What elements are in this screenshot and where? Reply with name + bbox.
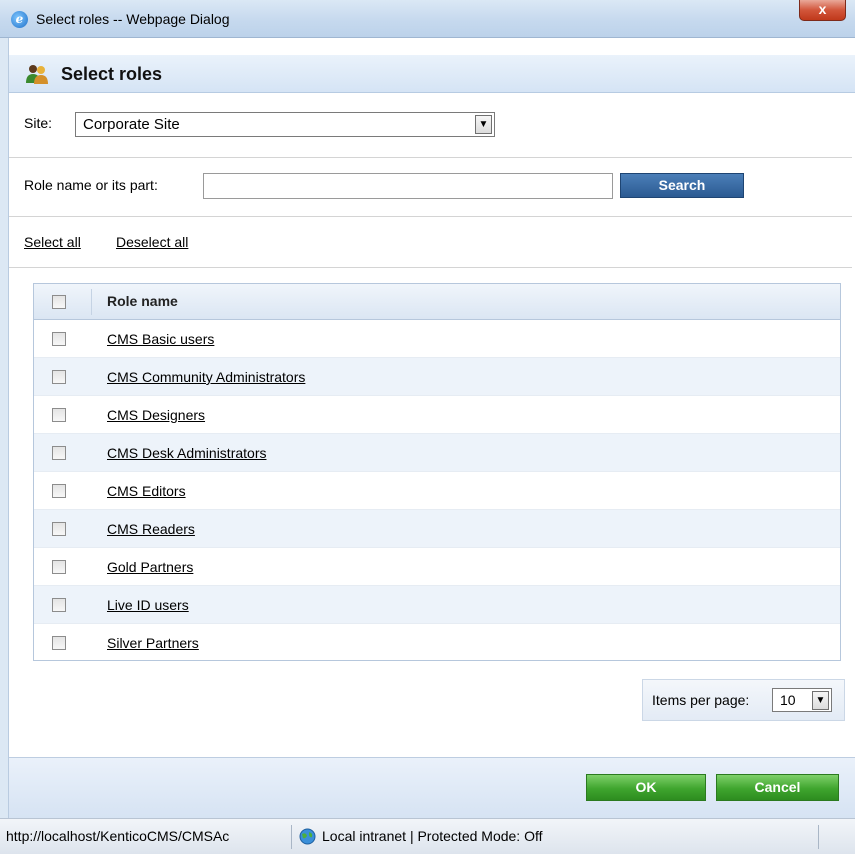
status-url: http://localhost/KenticoCMS/CMSAc xyxy=(6,828,230,844)
role-link[interactable]: CMS Desk Administrators xyxy=(107,445,266,461)
ie-icon: e xyxy=(11,11,28,28)
header-divider xyxy=(91,289,92,315)
chevron-down-icon[interactable]: ▼ xyxy=(812,691,829,710)
select-all-link[interactable]: Select all xyxy=(24,234,81,250)
select-all-checkbox[interactable] xyxy=(52,295,66,309)
search-input[interactable] xyxy=(203,173,613,199)
row-checkbox[interactable] xyxy=(52,370,66,384)
dialog-footer: OK Cancel xyxy=(9,757,855,818)
items-per-page-label: Items per page: xyxy=(652,692,750,708)
role-link[interactable]: Live ID users xyxy=(107,597,189,613)
search-label: Role name or its part: xyxy=(24,177,158,193)
grid-body: CMS Basic users CMS Community Administra… xyxy=(34,320,840,662)
table-row: CMS Readers xyxy=(34,510,840,548)
role-link[interactable]: Silver Partners xyxy=(107,635,199,651)
items-per-page-select[interactable]: 10 ▼ xyxy=(772,688,832,712)
title-bar: e Select roles -- Webpage Dialog x xyxy=(0,0,855,38)
role-link[interactable]: CMS Editors xyxy=(107,483,186,499)
row-checkbox[interactable] xyxy=(52,636,66,650)
row-checkbox[interactable] xyxy=(52,446,66,460)
chevron-down-icon[interactable]: ▼ xyxy=(475,115,492,134)
intranet-globe-icon xyxy=(299,828,316,845)
role-link[interactable]: CMS Basic users xyxy=(107,331,214,347)
site-label: Site: xyxy=(24,115,53,131)
security-zone: Local intranet | Protected Mode: Off xyxy=(322,828,543,844)
table-row: CMS Desk Administrators xyxy=(34,434,840,472)
page-title: Select roles xyxy=(61,64,163,84)
selection-links: Select all Deselect all xyxy=(9,217,852,268)
roles-icon xyxy=(26,65,48,84)
search-button[interactable]: Search xyxy=(620,173,744,198)
close-button[interactable]: x xyxy=(799,0,846,21)
role-link[interactable]: CMS Designers xyxy=(107,407,205,423)
items-per-page-pager: Items per page: 10 ▼ xyxy=(642,679,845,721)
table-row: Gold Partners xyxy=(34,548,840,586)
site-select-value: Corporate Site xyxy=(83,116,180,133)
window-left-frame xyxy=(0,38,9,818)
row-checkbox[interactable] xyxy=(52,408,66,422)
status-bar: http://localhost/KenticoCMS/CMSAc Local … xyxy=(0,818,855,854)
role-name-header[interactable]: Role name xyxy=(107,293,178,309)
site-row: Site: Corporate Site ▼ xyxy=(9,93,852,158)
cancel-button[interactable]: Cancel xyxy=(716,774,839,801)
items-per-page-value: 10 xyxy=(780,692,796,708)
row-checkbox[interactable] xyxy=(52,598,66,612)
table-row: Silver Partners xyxy=(34,624,840,662)
table-row: Live ID users xyxy=(34,586,840,624)
status-divider xyxy=(818,825,819,849)
role-link[interactable]: Gold Partners xyxy=(107,559,193,575)
deselect-all-link[interactable]: Deselect all xyxy=(116,234,188,250)
status-divider xyxy=(291,825,292,849)
row-checkbox[interactable] xyxy=(52,522,66,536)
role-link[interactable]: CMS Community Administrators xyxy=(107,369,305,385)
table-row: CMS Community Administrators xyxy=(34,358,840,396)
window-title: Select roles -- Webpage Dialog xyxy=(36,11,230,27)
search-row: Role name or its part: Search xyxy=(9,158,852,217)
site-select[interactable]: Corporate Site ▼ xyxy=(75,112,495,137)
row-checkbox[interactable] xyxy=(52,332,66,346)
row-checkbox[interactable] xyxy=(52,560,66,574)
roles-grid: Role name CMS Basic users CMS Community … xyxy=(33,283,841,661)
table-row: CMS Editors xyxy=(34,472,840,510)
grid-header: Role name xyxy=(34,284,840,320)
table-row: CMS Basic users xyxy=(34,320,840,358)
dialog-header: Select roles xyxy=(9,55,855,93)
row-checkbox[interactable] xyxy=(52,484,66,498)
table-row: CMS Designers xyxy=(34,396,840,434)
role-link[interactable]: CMS Readers xyxy=(107,521,195,537)
ok-button[interactable]: OK xyxy=(586,774,706,801)
